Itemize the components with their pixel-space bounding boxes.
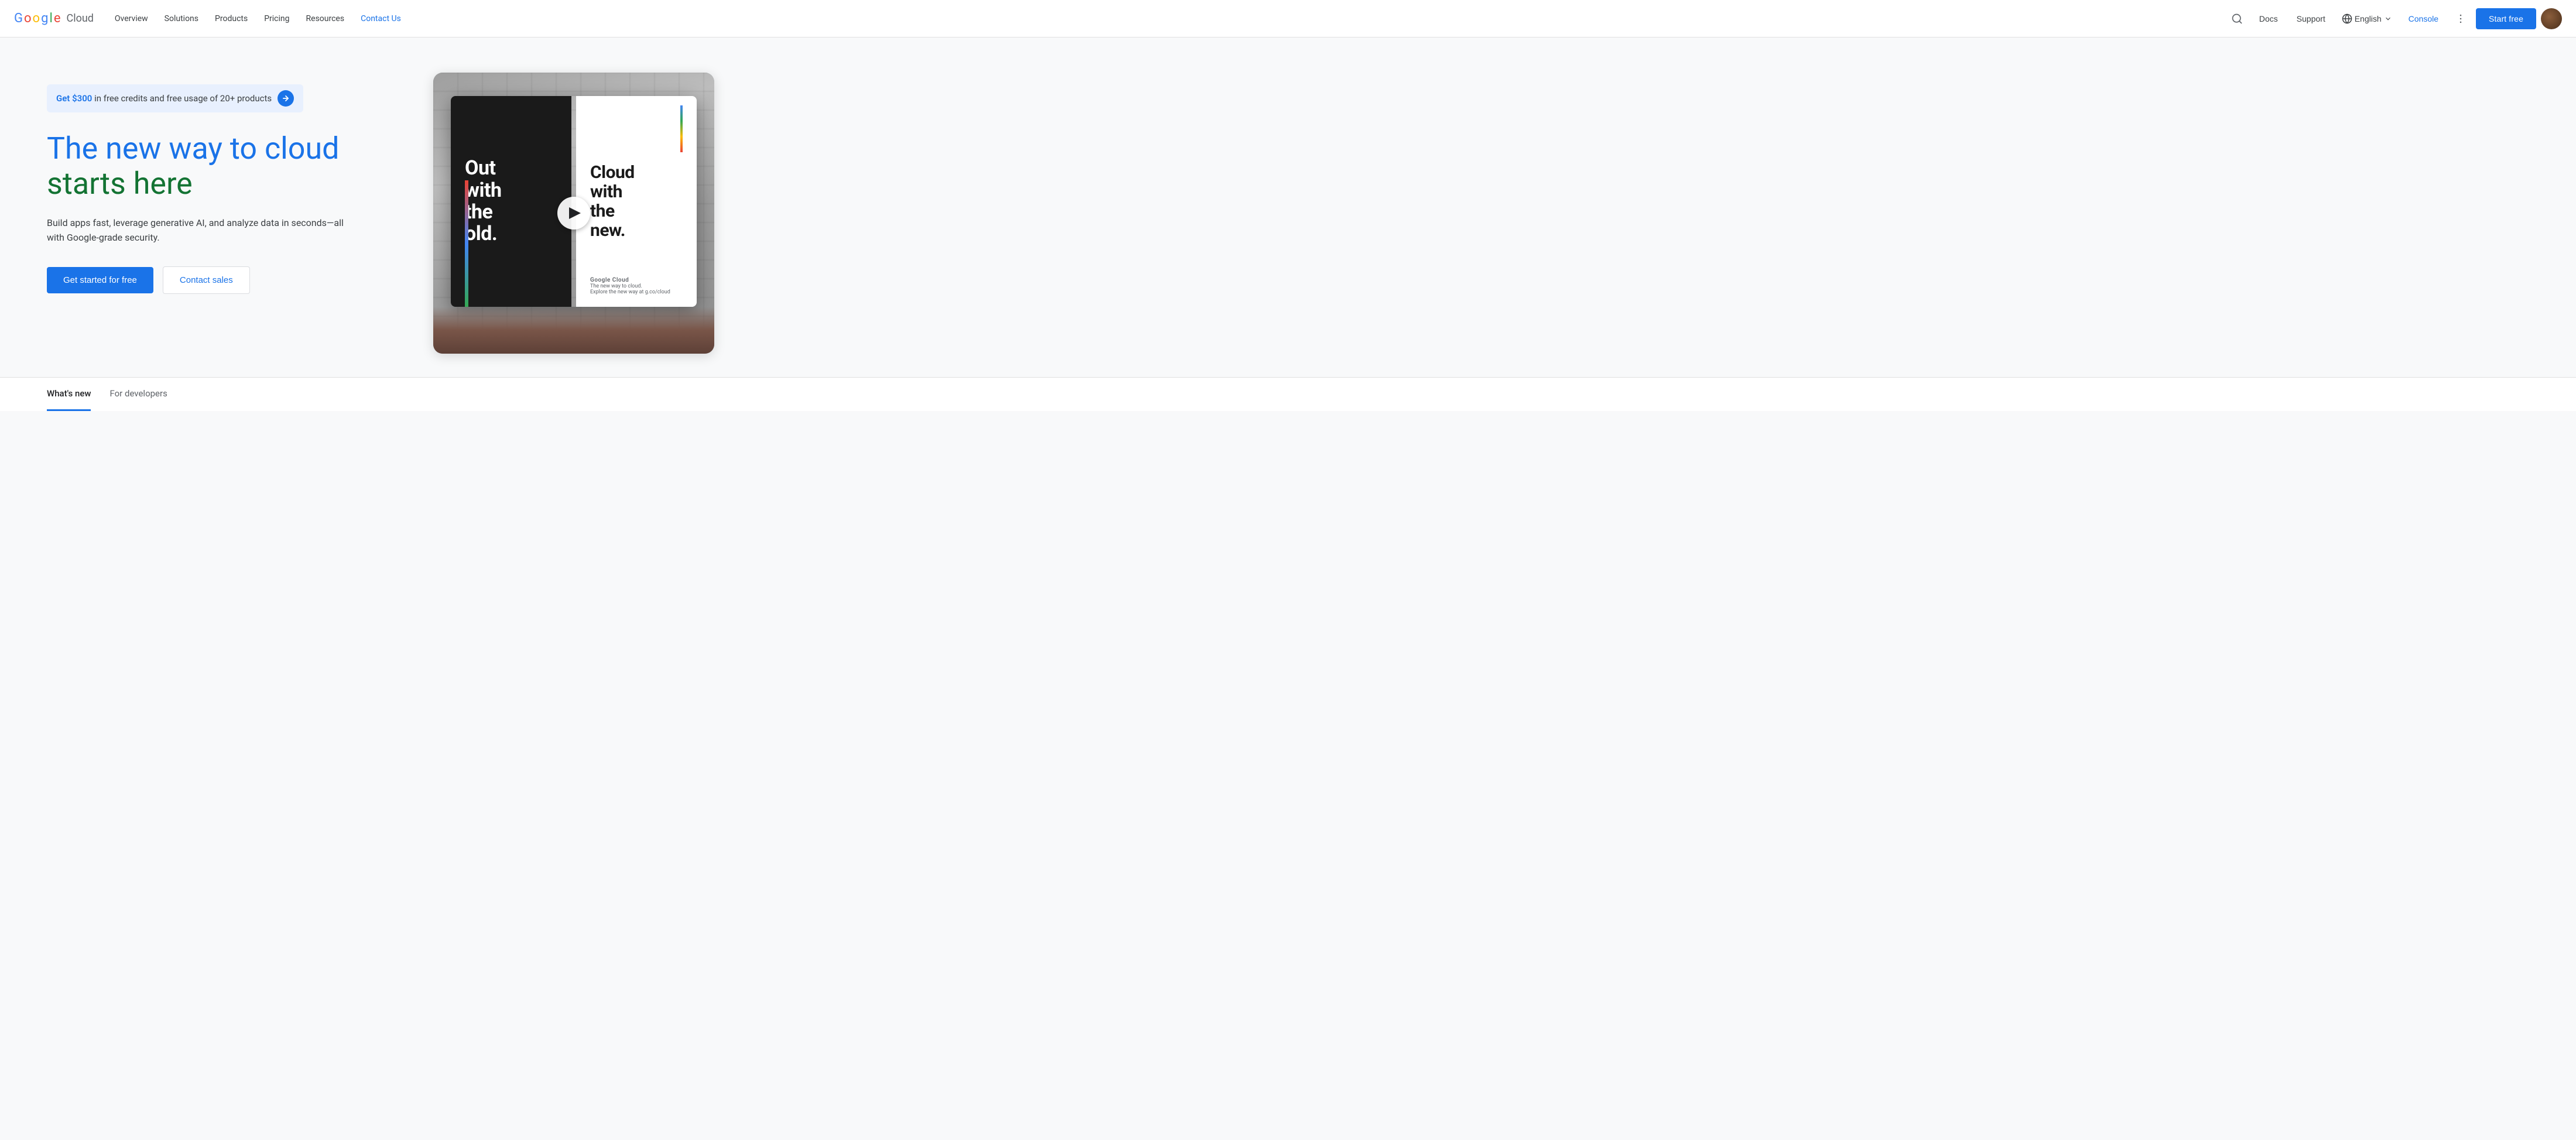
tabs-section: What's new For developers — [0, 377, 2576, 411]
hero-content: Get $300 in free credits and free usage … — [47, 73, 398, 329]
search-icon — [2231, 13, 2243, 25]
docs-button[interactable]: Docs — [2252, 9, 2285, 28]
chevron-down-icon — [2384, 15, 2392, 23]
arrow-right-icon — [282, 94, 290, 102]
billboard-footer: Google Cloud The new way to cloud. Explo… — [590, 277, 683, 295]
language-label: English — [2355, 14, 2382, 23]
video-thumbnail[interactable]: Out with the old. Cloud with the — [433, 73, 714, 354]
nav-item-pricing[interactable]: Pricing — [257, 9, 296, 28]
nav-item-overview[interactable]: Overview — [108, 9, 155, 28]
billboard-left-text: Out with the old. — [465, 158, 502, 245]
nav-item-contact-us[interactable]: Contact Us — [354, 9, 408, 28]
billboard-brand: Google Cloud — [590, 277, 683, 283]
search-button[interactable] — [2226, 8, 2248, 29]
start-free-button[interactable]: Start free — [2476, 8, 2536, 29]
contact-sales-button[interactable]: Contact sales — [163, 266, 250, 294]
user-avatar[interactable] — [2541, 8, 2562, 29]
hero-title-line2: starts here — [47, 166, 193, 201]
billboard-left-panel: Out with the old. — [451, 96, 571, 307]
billboard-right-panel: Cloud with the new. Google Cloud The new… — [576, 96, 697, 307]
get-started-button[interactable]: Get started for free — [47, 267, 153, 293]
more-vertical-icon — [2455, 13, 2467, 25]
header-right: Docs Support English Console Start free — [2226, 8, 2562, 29]
main-nav: Overview Solutions Products Pricing Reso… — [108, 9, 2222, 28]
google-wordmark: Google — [14, 11, 60, 26]
globe-icon — [2342, 13, 2352, 24]
hero-video: Out with the old. Cloud with the — [433, 73, 714, 354]
hero-actions: Get started for free Contact sales — [47, 266, 398, 294]
promo-text: Get $300 in free credits and free usage … — [56, 93, 272, 104]
nav-item-products[interactable]: Products — [208, 9, 255, 28]
tab-for-developers[interactable]: For developers — [109, 378, 167, 411]
billboard-scene: Out with the old. Cloud with the — [433, 73, 714, 354]
tabs-container: What's new For developers — [47, 378, 2529, 411]
support-button[interactable]: Support — [2290, 9, 2332, 28]
logo[interactable]: Google Cloud — [14, 11, 94, 26]
promo-arrow — [278, 90, 294, 107]
language-selector[interactable]: English — [2337, 9, 2397, 29]
play-button[interactable] — [557, 197, 590, 230]
tab-whats-new[interactable]: What's new — [47, 378, 91, 411]
google-color-accent — [680, 105, 683, 152]
billboard-right-text: Cloud with the new. — [590, 163, 635, 240]
hero-section: Get $300 in free credits and free usage … — [0, 37, 2576, 377]
billboard-tagline: The new way to cloud. — [590, 283, 683, 289]
cloud-wordmark: Cloud — [66, 12, 93, 25]
hero-subtitle: Build apps fast, leverage generative AI,… — [47, 215, 351, 245]
nav-item-resources[interactable]: Resources — [299, 9, 352, 28]
promo-bold: Get $300 — [56, 93, 92, 104]
console-button[interactable]: Console — [2402, 9, 2445, 28]
hero-title: The new way to cloud starts here — [47, 131, 398, 201]
play-icon — [569, 207, 581, 219]
hero-title-line1: The new way to cloud — [47, 131, 339, 166]
street-scene — [433, 307, 714, 354]
billboard-sub: Explore the new way at g.co/cloud — [590, 289, 683, 295]
main-header: Google Cloud Overview Solutions Products… — [0, 0, 2576, 37]
color-bar — [465, 180, 468, 307]
more-options-button[interactable] — [2450, 8, 2471, 29]
promo-banner[interactable]: Get $300 in free credits and free usage … — [47, 84, 303, 112]
nav-item-solutions[interactable]: Solutions — [157, 9, 205, 28]
